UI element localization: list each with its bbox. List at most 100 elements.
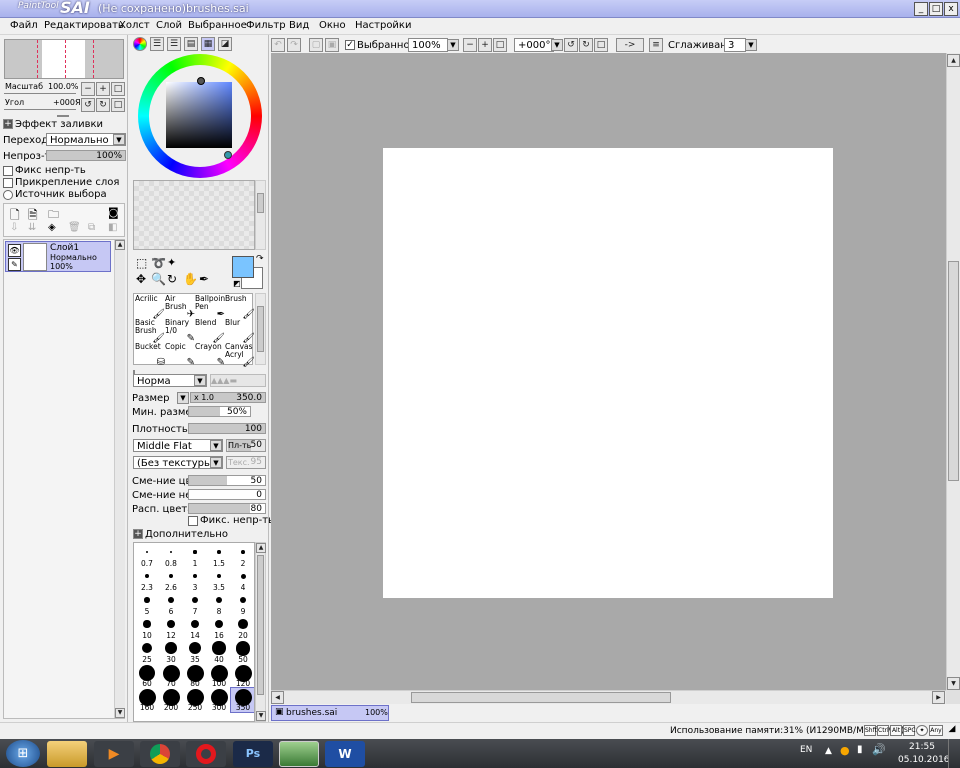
clock-date[interactable]: 05.10.2016 (898, 755, 950, 765)
redo-button[interactable]: ↷ (287, 38, 301, 52)
menu-view[interactable]: Вид (289, 20, 309, 31)
layer-list-scrollbar[interactable]: ▲ ▼ (114, 240, 125, 718)
fill-effect-expand-button[interactable]: + (3, 119, 13, 129)
swap-colors-icon[interactable]: ↷ (256, 254, 264, 264)
magic-wand-icon[interactable]: ✦ (167, 256, 176, 269)
photoshop-taskbar-icon[interactable]: Ps (233, 741, 273, 767)
size-slider[interactable]: x 1.0 350.0 (190, 392, 266, 403)
opera-taskbar-icon[interactable] (186, 741, 226, 767)
nav-rotate-reset-button[interactable]: □ (111, 98, 125, 112)
size-multiplier-dropdown[interactable]: ▼ (177, 392, 189, 404)
brush-fix-opacity-checkbox[interactable] (188, 516, 198, 526)
menu-settings[interactable]: Настройки (355, 20, 411, 31)
transfer-down-icon[interactable]: ⇩ (10, 222, 18, 233)
brush-size-cell[interactable]: 3 (183, 568, 207, 592)
brush-tool-binary[interactable]: Binary 1/0 ✎ (165, 319, 195, 343)
scroll-thumb[interactable] (257, 193, 264, 213)
brush-tool-basic-brush[interactable]: Basic Brush 🖌 (135, 319, 165, 343)
angle-slider[interactable] (4, 107, 76, 110)
brush-size-cell[interactable]: 20 (231, 616, 254, 640)
default-colors-icon[interactable]: ◩ (233, 279, 241, 288)
menu-selection[interactable]: Выбранное (188, 20, 247, 31)
chevron-down-icon[interactable]: ▼ (256, 711, 266, 721)
scroll-thumb[interactable] (257, 555, 264, 695)
selection-checkbox[interactable]: ✓ (345, 40, 355, 50)
layer-item[interactable]: 👁 ✎ Слой1 Нормально 100% (5, 241, 111, 272)
zoom-in-button[interactable]: + (478, 38, 492, 52)
brush-size-cell[interactable]: 250 (183, 688, 207, 712)
media-player-taskbar-icon[interactable]: ▶ (94, 741, 134, 767)
undo-button[interactable]: ↶ (271, 38, 285, 52)
chevron-up-icon[interactable]: ▲ (947, 54, 960, 67)
min-size-slider[interactable]: 50% (188, 406, 251, 417)
advanced-expand-button[interactable]: + (133, 529, 143, 539)
eye-icon[interactable]: 👁 (8, 244, 21, 257)
brush-size-cell[interactable]: 12 (159, 616, 183, 640)
brush-size-cell[interactable]: 10 (135, 616, 159, 640)
tray-expand-icon[interactable]: ▲ (825, 746, 832, 756)
nav-rotate-left-button[interactable]: ↺ (81, 98, 95, 112)
maximize-button[interactable]: □ (929, 2, 943, 16)
brush-size-cell[interactable]: 0.7 (135, 544, 159, 568)
texture-amount-slider[interactable]: Текс. 95 (226, 456, 266, 469)
menu-layer[interactable]: Слой (156, 20, 182, 31)
panel-splitter-icon[interactable] (57, 115, 69, 117)
rotate-right-button[interactable]: ↻ (579, 38, 593, 52)
brush-size-cell[interactable]: 70 (159, 664, 183, 688)
brush-size-cell[interactable]: 1.5 (207, 544, 231, 568)
rotation-field[interactable]: +000° (514, 38, 554, 52)
clipping-group-checkbox[interactable] (3, 178, 13, 188)
brush-shape-select[interactable]: Middle Flat ▼ (133, 439, 223, 452)
hue-cursor-icon[interactable] (197, 77, 205, 85)
eyedropper-icon[interactable]: ✒ (199, 272, 209, 286)
density-slider[interactable]: 100 (188, 423, 266, 434)
merge-down-icon[interactable]: ⇊ (28, 222, 36, 233)
scroll-thumb[interactable] (257, 306, 264, 352)
deselect-button[interactable]: ▢ (309, 38, 323, 52)
brush-size-cell[interactable]: 2.3 (135, 568, 159, 592)
nav-zoom-in-button[interactable]: + (96, 82, 110, 96)
rgb-sliders-tab-icon[interactable]: ☰ (150, 37, 164, 51)
brush-size-cell[interactable]: 14 (183, 616, 207, 640)
color-wheel-tab-icon[interactable] (133, 37, 147, 51)
duplicate-layer-icon[interactable]: ⧉ (88, 222, 95, 233)
explorer-taskbar-icon[interactable] (47, 741, 87, 767)
hsv-sliders-tab-icon[interactable]: ☰ (167, 37, 181, 51)
rotation-dropdown[interactable]: ▼ (551, 39, 563, 51)
brush-size-cell[interactable]: 160 (135, 688, 159, 712)
blend-mode-select[interactable]: Нормально ▼ (46, 133, 126, 146)
shape-amount-slider[interactable]: Пл-ть 50 (226, 439, 266, 452)
sai-taskbar-icon[interactable] (279, 741, 319, 767)
mix-color-slider[interactable]: 50 (188, 475, 266, 486)
brush-grid-scrollbar[interactable] (255, 293, 266, 365)
invert-selection-button[interactable]: ▣ (325, 38, 339, 52)
brush-size-cell[interactable]: 300 (207, 688, 231, 712)
brush-size-cell[interactable]: 3.5 (207, 568, 231, 592)
brush-size-cell[interactable]: 2 (231, 544, 254, 568)
apply-mask-icon[interactable]: ◧ (108, 222, 117, 233)
layer-opacity-slider[interactable]: 100% (46, 150, 126, 161)
menu-file[interactable]: Файл (10, 20, 38, 31)
brush-tool-acrilic[interactable]: Acrilic 🖌 (135, 295, 165, 319)
brush-size-cell[interactable]: 7 (183, 592, 207, 616)
brush-mode-select[interactable]: Норма ▼ (133, 374, 207, 387)
clock-time[interactable]: 21:55 (909, 742, 935, 752)
swatches-tab-icon[interactable]: ▦ (201, 37, 215, 51)
smoothing-field[interactable]: 3 (724, 38, 746, 52)
zoom-icon[interactable]: 🔍 (151, 272, 166, 286)
close-button[interactable]: x (944, 2, 958, 16)
nav-zoom-out-button[interactable]: − (81, 82, 95, 96)
brush-size-cell[interactable]: 25 (135, 640, 159, 664)
brush-tool-copic[interactable]: Copic ✎ (165, 343, 195, 367)
brush-size-cell[interactable]: 80 (183, 664, 207, 688)
nav-zoom-reset-button[interactable]: □ (111, 82, 125, 96)
brush-size-cell[interactable]: 50 (231, 640, 254, 664)
brush-size-cell[interactable]: 100 (207, 664, 231, 688)
brush-size-cell[interactable]: 16 (207, 616, 231, 640)
brush-size-cell[interactable]: 0.8 (159, 544, 183, 568)
foreground-color-swatch[interactable] (232, 256, 254, 278)
canvas-horizontal-scrollbar[interactable]: ◀ ▶ (271, 690, 946, 704)
brush-size-cell[interactable]: 8 (207, 592, 231, 616)
color-swatches[interactable] (133, 180, 255, 250)
sv-cursor-icon[interactable] (224, 151, 232, 159)
